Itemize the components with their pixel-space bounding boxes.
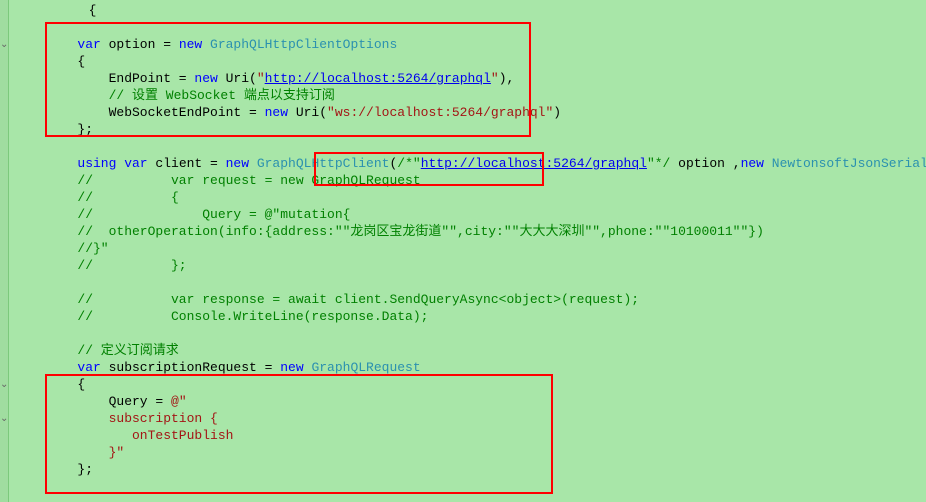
- code-line: {: [9, 53, 926, 70]
- code-line: {: [9, 376, 926, 393]
- code-line: //}": [9, 240, 926, 257]
- code-line: // 定义订阅请求: [9, 342, 926, 359]
- code-line: [9, 325, 926, 342]
- code-line: // Console.WriteLine(response.Data);: [9, 308, 926, 325]
- code-line: // otherOperation(info:{address:""龙岗区宝龙街…: [9, 223, 926, 240]
- fold-chevron-icon[interactable]: ⌄: [0, 413, 8, 425]
- code-line: var option = new GraphQLHttpClientOption…: [9, 36, 926, 53]
- code-line: WebSocketEndPoint = new Uri("ws://localh…: [9, 104, 926, 121]
- code-line: // Query = @"mutation{: [9, 206, 926, 223]
- code-line: [9, 19, 926, 36]
- code-line: [9, 138, 926, 155]
- code-line: // {: [9, 189, 926, 206]
- code-line: subscription {: [9, 410, 926, 427]
- editor-gutter: ⌄ ⌄ ⌄: [0, 0, 9, 502]
- code-line: // };: [9, 257, 926, 274]
- code-line: }": [9, 444, 926, 461]
- code-line: {: [9, 2, 926, 19]
- code-editor[interactable]: { var option = new GraphQLHttpClientOpti…: [9, 0, 926, 502]
- code-line: // var request = new GraphQLRequest: [9, 172, 926, 189]
- code-line: [9, 478, 926, 495]
- code-line: var subscriptionRequest = new GraphQLReq…: [9, 359, 926, 376]
- code-line: };: [9, 461, 926, 478]
- code-line: // var response = await client.SendQuery…: [9, 291, 926, 308]
- url-link[interactable]: http://localhost:5264/graphql: [265, 71, 491, 86]
- code-line: };: [9, 121, 926, 138]
- code-line: onTestPublish: [9, 427, 926, 444]
- code-line: EndPoint = new Uri("http://localhost:526…: [9, 70, 926, 87]
- code-line: [9, 274, 926, 291]
- fold-chevron-icon[interactable]: ⌄: [0, 39, 8, 51]
- code-line: using var client = new GraphQLHttpClient…: [9, 155, 926, 172]
- fold-chevron-icon[interactable]: ⌄: [0, 379, 8, 391]
- code-line: // 设置 WebSocket 端点以支持订阅: [9, 87, 926, 104]
- code-line: Query = @": [9, 393, 926, 410]
- url-link[interactable]: http://localhost:5264/graphql: [421, 156, 647, 171]
